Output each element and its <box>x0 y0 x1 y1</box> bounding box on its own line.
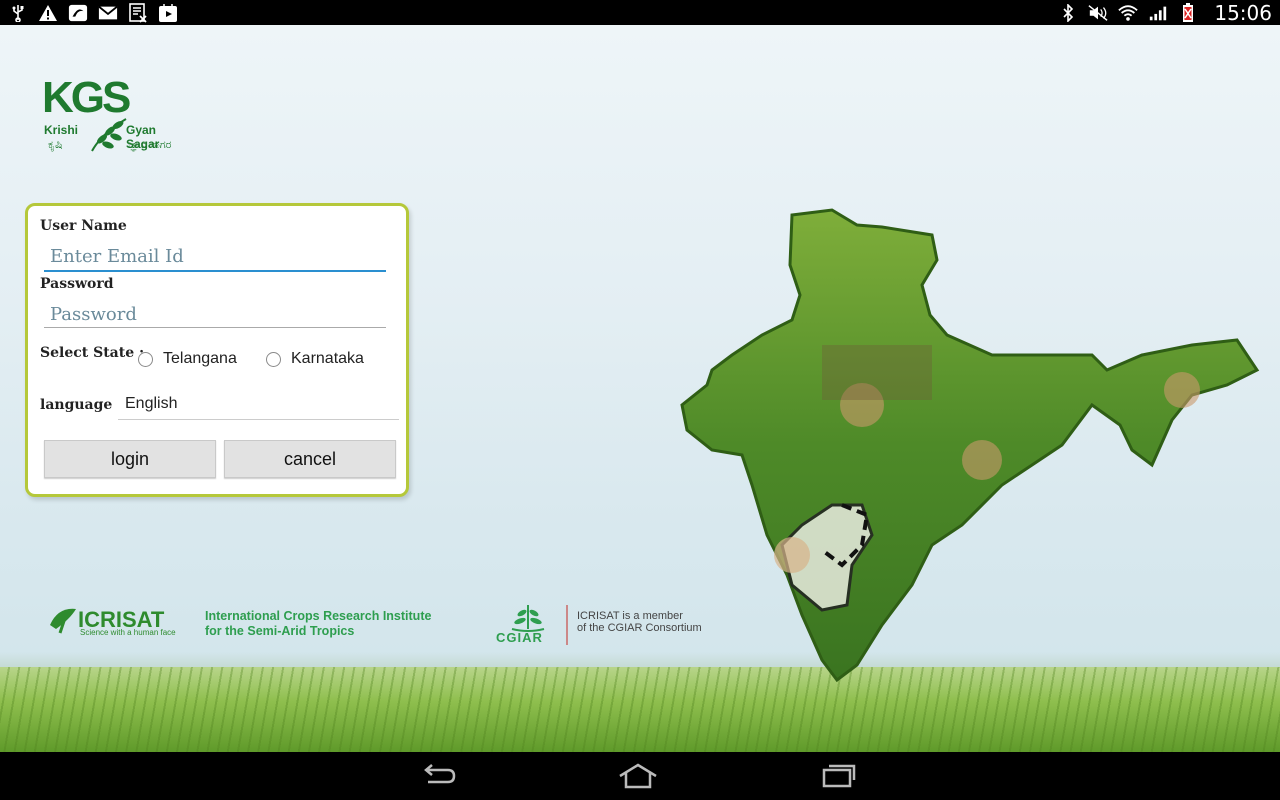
clock: 15:06 <box>1214 0 1272 25</box>
kgs-logo: KGS Krishi Gyan Sagar ಕೃಷಿ ಜ್ಞಾನ ಸಾಗರ <box>42 73 192 163</box>
password-underline <box>44 327 386 328</box>
icrisat-full-line1: International Crops Research Institute <box>205 609 432 623</box>
cgiar-member-text: ICRISAT is a member of the CGIAR Consort… <box>577 610 702 634</box>
usb-icon <box>8 4 28 22</box>
language-label: language <box>40 397 113 413</box>
password-input[interactable] <box>42 300 398 328</box>
leaf-icon <box>91 118 127 152</box>
radio-telangana[interactable] <box>138 351 153 367</box>
mail-icon <box>98 4 118 22</box>
app-icon <box>68 4 88 22</box>
logo-kannada-gyan-sagar: ಜ್ಞಾನ ಸಾಗರ <box>128 139 172 151</box>
cgiar-divider <box>566 605 568 645</box>
recent-apps-icon[interactable] <box>818 762 858 790</box>
icrisat-icon <box>50 608 76 634</box>
logo-krishi: Krishi <box>44 123 79 137</box>
cgiar-member-line1: ICRISAT is a member <box>577 610 683 622</box>
status-bar: 15:06 <box>0 0 1280 25</box>
username-input[interactable] <box>42 242 398 270</box>
password-label: Password <box>40 276 114 292</box>
bluetooth-icon <box>1058 3 1078 22</box>
state-option-karnataka[interactable]: Karnataka <box>266 350 364 368</box>
username-label: User Name <box>40 218 127 234</box>
navigation-bar <box>0 752 1280 800</box>
home-icon[interactable] <box>618 762 658 790</box>
cancel-button[interactable]: cancel <box>224 440 396 478</box>
warning-icon <box>38 4 58 22</box>
login-button[interactable]: login <box>44 440 216 478</box>
username-underline <box>44 270 386 272</box>
screenshot-icon <box>128 2 148 23</box>
cgiar-name: CGIAR <box>496 630 543 645</box>
sponsor-logos: ICRISAT Science with a human face Intern… <box>48 603 748 653</box>
state-option-telangana[interactable]: Telangana <box>138 350 237 368</box>
wifi-icon <box>1118 4 1139 22</box>
india-map-illustration <box>680 208 1260 683</box>
main-screen: KGS Krishi Gyan Sagar ಕೃಷಿ ಜ್ಞಾನ ಸಾಗರ Us… <box>0 25 1280 752</box>
play-store-icon <box>158 3 178 22</box>
status-left-icons <box>8 2 178 23</box>
radio-karnataka[interactable] <box>266 351 281 367</box>
icrisat-full-name: International Crops Research Institute f… <box>205 609 431 639</box>
signal-icon <box>1148 4 1168 22</box>
battery-icon <box>1178 2 1198 22</box>
language-select[interactable]: English <box>125 395 177 413</box>
back-icon[interactable] <box>418 762 458 790</box>
mute-icon <box>1088 4 1108 22</box>
status-right-icons: 15:06 <box>1058 1 1272 25</box>
select-state-label: Select State : <box>40 345 145 361</box>
state-label-telangana: Telangana <box>163 350 237 367</box>
language-underline <box>118 419 399 420</box>
icrisat-tagline: Science with a human face <box>80 628 176 637</box>
logo-kannada-krishi: ಕೃಷಿ <box>48 139 63 151</box>
cgiar-member-line2: of the CGIAR Consortium <box>577 622 702 634</box>
icrisat-full-line2: for the Semi-Arid Tropics <box>205 624 355 638</box>
state-label-karnataka: Karnataka <box>291 350 364 367</box>
login-card: User Name Password Select State : Telang… <box>25 203 409 497</box>
